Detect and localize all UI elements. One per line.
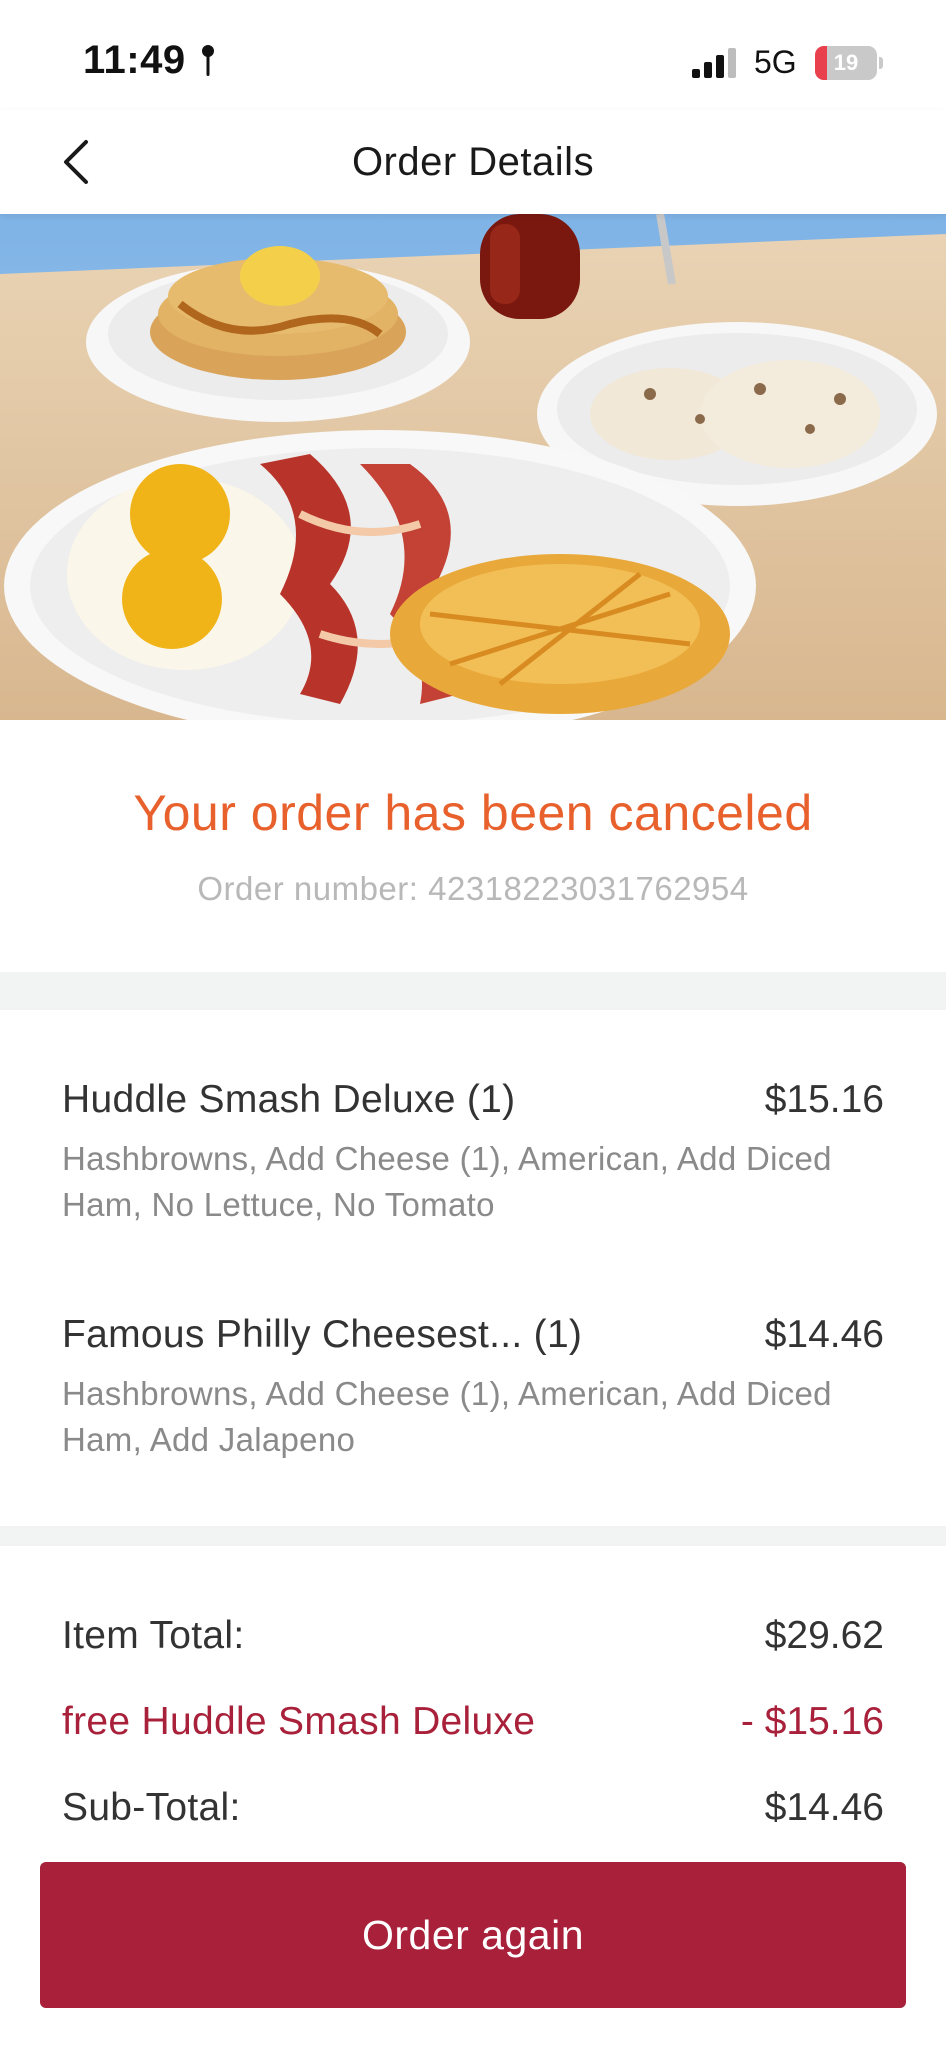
item-total-row: Item Total: $29.62 — [62, 1614, 884, 1664]
battery-icon: 19 — [815, 46, 883, 80]
location-pin-icon — [202, 45, 214, 76]
subtotal-row: Sub-Total: $14.46 — [62, 1786, 884, 1822]
network-type: 5G — [754, 44, 797, 80]
order-number: Order number: 4231822303176295​4 — [197, 870, 749, 907]
status-bar: 11:49 5G 19 — [0, 0, 946, 110]
section-divider — [0, 972, 946, 1010]
section-divider — [0, 1526, 946, 1546]
subtotal-value: $14.46 — [764, 1786, 884, 1822]
item-price: $14.46 — [764, 1313, 884, 1356]
order-again-button[interactable]: Order again — [40, 1862, 906, 2008]
page-title: Order Details — [351, 140, 595, 184]
item-modifiers: Hashbrowns, Add Cheese (1), American, Ad… — [62, 1140, 832, 1223]
totals-section: Item Total: $29.62 free Huddle Smash Del… — [0, 1546, 946, 1822]
order-canceled-message: Your order has been canceled — [133, 785, 813, 841]
order-status-section: Your order has been canceled Order numbe… — [0, 720, 946, 972]
item-price: $15.16 — [764, 1078, 884, 1121]
item-modifiers: Hashbrowns, Add Cheese (1), American, Ad… — [62, 1375, 832, 1458]
discount-row: free Huddle Smash Deluxe - $15.16 — [62, 1700, 884, 1750]
item-total-value: $29.62 — [764, 1614, 884, 1657]
status-time: 11:49 — [83, 38, 186, 82]
hero-image — [0, 214, 946, 720]
breakfast-platter-illustration — [0, 214, 946, 720]
item-name: Huddle Smash Deluxe (1) — [62, 1078, 516, 1121]
subtotal-label: Sub-Total: — [62, 1786, 241, 1822]
item-name: Famous Philly Cheesest... (1) — [62, 1313, 583, 1356]
item-total-label: Item Total: — [62, 1614, 245, 1657]
nav-header: Order Details — [0, 110, 946, 214]
discount-value: - $15.16 — [740, 1700, 884, 1743]
order-item: Famous Philly Cheesest... (1) $14.46 Has… — [62, 1313, 884, 1463]
order-item: Huddle Smash Deluxe (1) $15.16 Hashbrown… — [62, 1078, 884, 1228]
discount-label: free Huddle Smash Deluxe — [62, 1700, 536, 1743]
bottom-action-bar: Order again — [0, 1822, 946, 2048]
cellular-signal-icon — [692, 48, 736, 78]
battery-percent: 19 — [833, 50, 859, 75]
